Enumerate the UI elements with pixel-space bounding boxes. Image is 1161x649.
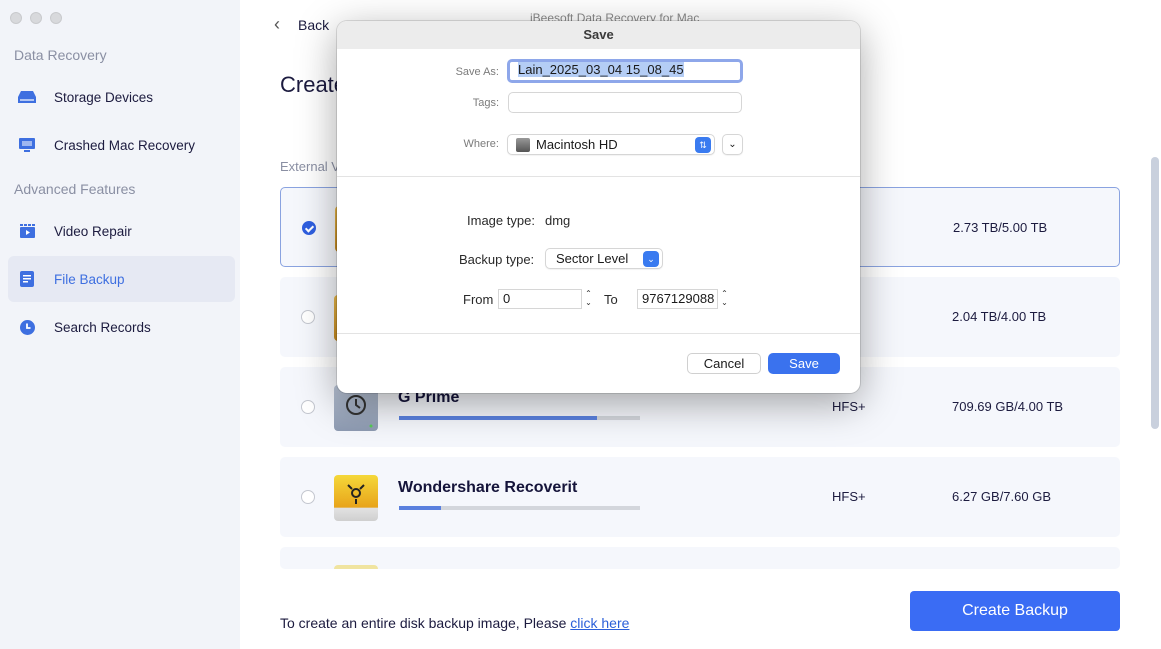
drive-row-partial[interactable]: [280, 547, 1120, 569]
footer-hint: To create an entire disk backup image, P…: [280, 615, 630, 631]
sidebar: Data Recovery Storage Devices Crashed Ma…: [0, 0, 240, 649]
hard-disk-icon: [516, 137, 530, 152]
to-field[interactable]: 9767129088: [637, 289, 718, 309]
drive-size: 2.73 TB/5.00 TB: [953, 220, 1048, 235]
sidebar-item-label: File Backup: [54, 271, 125, 287]
zoom-window-button[interactable]: [50, 12, 62, 24]
image-type-label: Image type:: [467, 213, 535, 228]
chevron-left-icon: ‹: [274, 14, 280, 34]
up-down-chevron-icon: ⇅: [695, 137, 711, 153]
dialog-title: Save: [337, 21, 860, 49]
drive-name: Wondershare Recoverit: [398, 479, 578, 496]
window-controls: [10, 12, 62, 24]
save-as-field[interactable]: Lain_2025_03_04 15_08_45: [507, 59, 743, 83]
list-section-label: External V: [280, 159, 340, 174]
monitor-icon: [18, 136, 36, 154]
tags-label: Tags:: [472, 97, 499, 109]
drive-usage-bar: [399, 416, 640, 420]
chevron-down-icon: ⌄: [728, 139, 737, 150]
close-window-button[interactable]: [10, 12, 22, 24]
image-type-value: dmg: [545, 213, 571, 228]
drive-radio[interactable]: [301, 310, 315, 324]
click-here-link[interactable]: click here: [570, 615, 629, 631]
backup-type-dropdown[interactable]: Sector Level ⌄: [545, 248, 663, 269]
save-as-label: Save As:: [455, 66, 499, 78]
drive-size: 709.69 GB/4.00 TB: [952, 399, 1064, 414]
drive-size: 2.04 TB/4.00 TB: [952, 309, 1047, 324]
back-button[interactable]: ‹ Back: [274, 14, 329, 35]
app-window: Data Recovery Storage Devices Crashed Ma…: [0, 0, 1161, 649]
sidebar-item-storage-devices[interactable]: Storage Devices: [8, 74, 235, 120]
save-button[interactable]: Save: [768, 353, 840, 374]
sidebar-item-label: Crashed Mac Recovery: [54, 137, 196, 153]
where-label: Where:: [463, 138, 499, 150]
section-data-recovery: Data Recovery: [14, 47, 107, 63]
drive-filesystem: HFS+: [832, 489, 866, 504]
expand-dialog-button[interactable]: ⌄: [722, 134, 743, 155]
firewire-drive-icon: [334, 475, 378, 521]
sidebar-item-label: Video Repair: [54, 223, 132, 239]
sidebar-item-label: Storage Devices: [54, 89, 154, 105]
sidebar-item-search-records[interactable]: Search Records: [8, 304, 235, 350]
create-backup-button[interactable]: Create Backup: [910, 591, 1120, 631]
sidebar-item-label: Search Records: [54, 319, 151, 335]
clock-icon: [18, 318, 36, 336]
drive-row[interactable]: Wondershare Recoverit HFS+ 6.27 GB/7.60 …: [280, 457, 1120, 537]
sidebar-item-video-repair[interactable]: Video Repair: [8, 208, 235, 254]
drive-size: 6.27 GB/7.60 GB: [952, 489, 1052, 504]
drive-radio-selected[interactable]: [302, 221, 316, 235]
from-stepper[interactable]: ⌃ ⌄: [583, 289, 594, 309]
video-icon: [18, 222, 36, 240]
save-dialog: Save Save As: Lain_2025_03_04 15_08_45 T…: [337, 21, 860, 393]
drive-filesystem: HFS+: [832, 399, 866, 414]
sidebar-item-file-backup[interactable]: File Backup: [8, 256, 235, 302]
to-label: To: [604, 292, 618, 307]
cancel-button[interactable]: Cancel: [687, 353, 761, 374]
scrollbar[interactable]: [1151, 157, 1159, 429]
hard-drive-icon: [18, 88, 36, 106]
sidebar-item-crashed-mac-recovery[interactable]: Crashed Mac Recovery: [8, 122, 235, 168]
section-advanced-features: Advanced Features: [14, 181, 136, 197]
back-label: Back: [298, 16, 330, 33]
from-field[interactable]: 0: [498, 289, 582, 309]
from-label: From: [463, 292, 494, 307]
external-drive-icon: [334, 565, 378, 569]
divider: [337, 333, 860, 334]
to-stepper[interactable]: ⌃ ⌄: [719, 289, 730, 309]
drive-radio[interactable]: [301, 490, 315, 504]
document-icon: [18, 270, 36, 288]
divider: [337, 176, 860, 177]
chevron-down-icon: ⌄: [643, 251, 659, 267]
backup-type-label: Backup type:: [459, 252, 535, 267]
where-dropdown[interactable]: Macintosh HD ⇅: [507, 134, 715, 155]
tags-field[interactable]: [508, 92, 742, 113]
drive-usage-bar: [399, 506, 640, 510]
minimize-window-button[interactable]: [30, 12, 42, 24]
drive-radio[interactable]: [301, 400, 315, 414]
